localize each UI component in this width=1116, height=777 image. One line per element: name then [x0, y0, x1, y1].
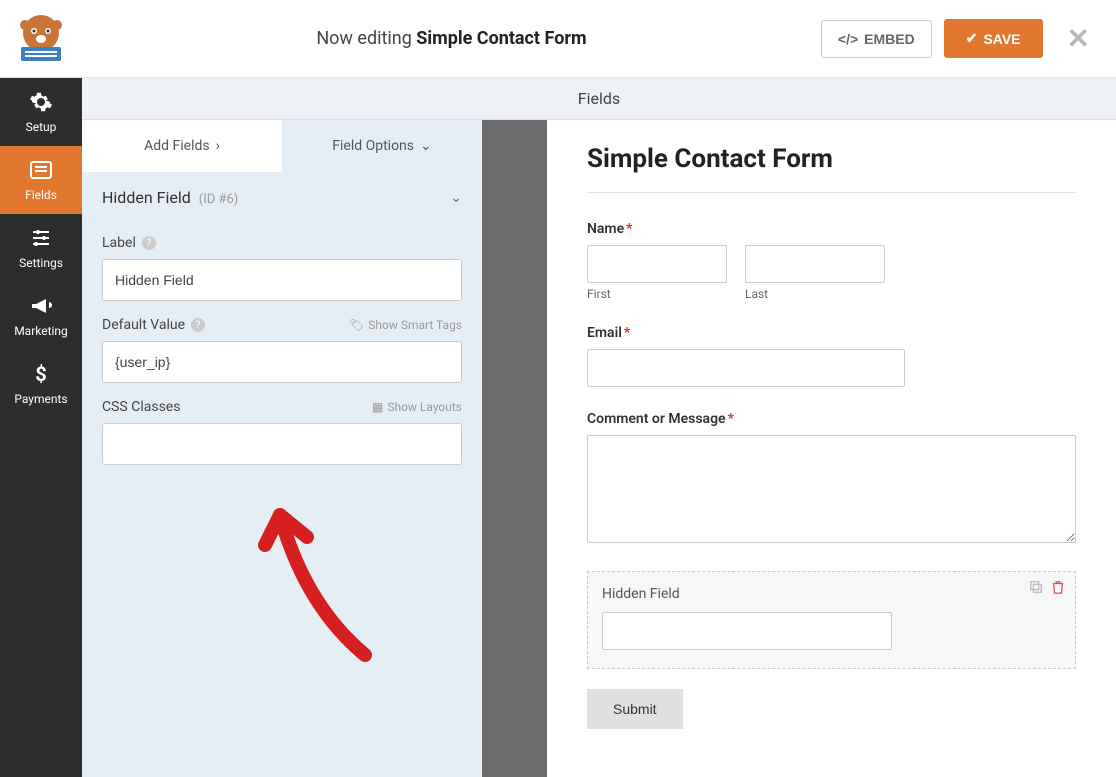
bullhorn-icon — [29, 294, 53, 318]
nav-settings[interactable]: Settings — [0, 214, 82, 282]
first-sublabel: First — [587, 287, 727, 301]
code-icon: </> — [838, 31, 858, 47]
field-options-header[interactable]: Hidden Field (ID #6) ⌄ — [82, 172, 482, 223]
nav-payments[interactable]: $ Payments — [0, 350, 82, 418]
tab-field-options[interactable]: Field Options ⌄ — [282, 120, 482, 172]
css-classes-input[interactable] — [102, 423, 462, 465]
default-value-label: Default Value ? — [102, 317, 205, 333]
label-input[interactable] — [102, 259, 462, 301]
sliders-icon — [29, 226, 53, 250]
trash-icon[interactable] — [1051, 580, 1065, 594]
email-label: Email* — [587, 325, 1076, 341]
editing-title: Now editing Simple Contact Form — [82, 28, 821, 49]
comment-label: Comment or Message* — [587, 411, 1076, 427]
nav-marketing[interactable]: Marketing — [0, 282, 82, 350]
close-icon[interactable]: ✕ — [1055, 22, 1102, 55]
comment-textarea[interactable] — [587, 435, 1076, 543]
nav-fields[interactable]: Fields — [0, 146, 82, 214]
help-icon[interactable]: ? — [191, 318, 205, 332]
panel-header: Fields — [82, 78, 1116, 120]
embed-button[interactable]: </> EMBED — [821, 20, 932, 58]
hidden-field-block[interactable]: Hidden Field — [587, 571, 1076, 669]
email-input[interactable] — [587, 349, 905, 387]
save-button[interactable]: ✔ SAVE — [944, 19, 1043, 58]
check-icon: ✔ — [966, 30, 978, 47]
show-layouts-link[interactable]: ▦ Show Layouts — [372, 400, 462, 414]
chevron-right-icon: › — [216, 138, 220, 154]
label-label: Label ? — [102, 235, 156, 251]
css-classes-label: CSS Classes — [102, 399, 180, 415]
app-logo — [0, 0, 82, 78]
tab-add-fields[interactable]: Add Fields › — [82, 120, 282, 172]
last-name-input[interactable] — [745, 245, 885, 283]
last-sublabel: Last — [745, 287, 885, 301]
gear-icon — [29, 90, 53, 114]
divider — [587, 192, 1076, 193]
chevron-down-icon: ⌄ — [450, 190, 462, 206]
name-label: Name* — [587, 221, 1076, 237]
show-smart-tags-link[interactable]: 🏷 Show Smart Tags — [349, 318, 462, 332]
tag-icon: 🏷 — [349, 318, 364, 332]
default-value-input[interactable] — [102, 341, 462, 383]
submit-button[interactable]: Submit — [587, 689, 683, 729]
help-icon[interactable]: ? — [142, 236, 156, 250]
grid-icon: ▦ — [372, 400, 383, 414]
list-icon — [29, 158, 53, 182]
hidden-field-label: Hidden Field — [602, 586, 1061, 602]
svg-text:$: $ — [35, 362, 46, 386]
form-title: Simple Contact Form — [587, 144, 1076, 174]
nav-setup[interactable]: Setup — [0, 78, 82, 146]
dollar-icon: $ — [29, 362, 53, 386]
duplicate-icon[interactable] — [1029, 580, 1043, 594]
chevron-down-icon: ⌄ — [420, 138, 432, 154]
hidden-field-input[interactable] — [602, 612, 892, 650]
first-name-input[interactable] — [587, 245, 727, 283]
